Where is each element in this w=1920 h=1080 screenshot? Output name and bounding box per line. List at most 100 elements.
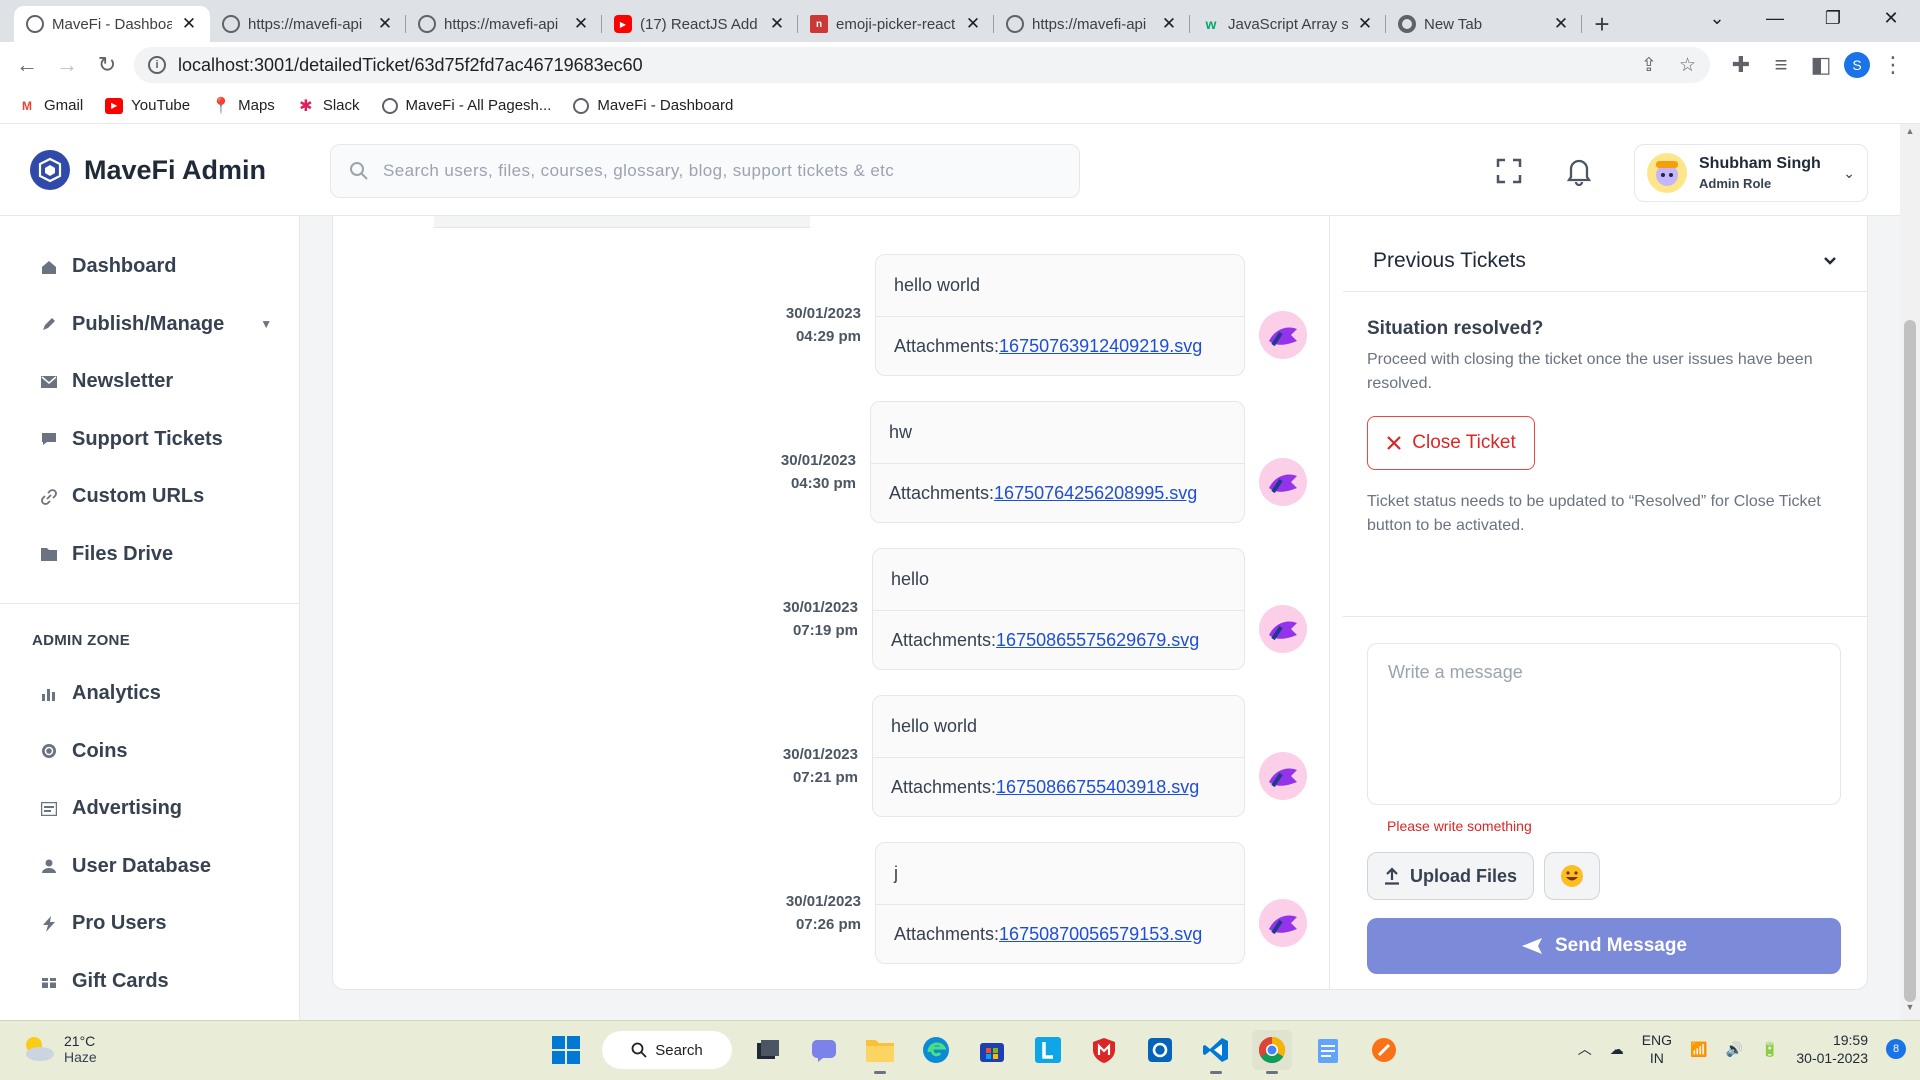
attachment-link[interactable]: 16750865575629679.svg: [996, 630, 1199, 651]
sidebar-item-pro-users[interactable]: Pro Users: [0, 895, 299, 953]
close-icon[interactable]: ✕: [1160, 14, 1178, 34]
close-icon[interactable]: ✕: [572, 14, 590, 34]
onedrive-icon[interactable]: ☁: [1610, 1041, 1624, 1058]
store-icon[interactable]: [972, 1030, 1012, 1070]
app-l-icon[interactable]: [1028, 1030, 1068, 1070]
profile-avatar[interactable]: S: [1844, 52, 1870, 78]
sidebar-item-publish-manage[interactable]: Publish/Manage ▼: [0, 296, 299, 354]
send-message-button[interactable]: Send Message: [1367, 918, 1841, 974]
scrollbar-thumb[interactable]: [1904, 320, 1916, 1002]
chat-icon: [40, 430, 58, 448]
task-view-icon[interactable]: [748, 1030, 788, 1070]
attachment-link[interactable]: 16750763912409219.svg: [999, 336, 1202, 357]
browser-tab[interactable]: n emoji-picker-react ✕: [798, 6, 994, 42]
close-icon[interactable]: ✕: [1356, 14, 1374, 34]
battery-icon[interactable]: 🔋: [1761, 1041, 1778, 1058]
message-input[interactable]: [1367, 643, 1841, 805]
maximize-icon[interactable]: ❐: [1804, 0, 1862, 36]
sidebar-item-advertising[interactable]: Advertising: [0, 780, 299, 838]
chevron-up-icon[interactable]: ︿: [1578, 1039, 1592, 1059]
tab-search-icon[interactable]: ⌄: [1688, 0, 1746, 36]
new-tab-button[interactable]: +: [1582, 6, 1622, 42]
info-icon[interactable]: i: [148, 56, 166, 74]
attachment-link[interactable]: 16750764256208995.svg: [994, 483, 1197, 504]
forward-icon[interactable]: →: [50, 48, 84, 82]
media-icon[interactable]: ≡: [1764, 48, 1798, 82]
scroll-down-icon[interactable]: ▼: [1900, 1002, 1920, 1018]
sidebar-item-user-database[interactable]: User Database: [0, 838, 299, 896]
wifi-icon[interactable]: 📶: [1690, 1041, 1707, 1058]
browser-tab[interactable]: w JavaScript Array s ✕: [1190, 6, 1386, 42]
search-input[interactable]: [383, 161, 1061, 181]
sidebar-item-custom-urls[interactable]: Custom URLs: [0, 468, 299, 526]
bookmark-mavefi-dashboard[interactable]: MaveFi - Dashboard: [573, 97, 733, 114]
previous-tickets-toggle[interactable]: Previous Tickets: [1343, 230, 1867, 292]
file-explorer-icon[interactable]: [860, 1030, 900, 1074]
sidebar-item-coins[interactable]: Coins: [0, 723, 299, 781]
caret-down-icon[interactable]: ▼: [260, 317, 272, 331]
fullscreen-icon[interactable]: [1492, 154, 1526, 188]
page-scrollbar[interactable]: ▲ ▼: [1900, 124, 1920, 1020]
volume-icon[interactable]: 🔊: [1726, 1041, 1743, 1058]
close-ticket-button[interactable]: Close Ticket: [1367, 416, 1535, 470]
extensions-icon[interactable]: ✚: [1724, 48, 1758, 82]
outlook-icon[interactable]: [1140, 1030, 1180, 1070]
browser-tab[interactable]: MaveFi - Dashboard ✕: [14, 6, 210, 42]
bookmark-youtube[interactable]: ▶ YouTube: [105, 97, 190, 114]
star-icon[interactable]: ☆: [1679, 54, 1696, 77]
browser-tab[interactable]: https://mavefi-api ✕: [406, 6, 602, 42]
notification-badge[interactable]: 8: [1886, 1039, 1906, 1059]
teams-chat-icon[interactable]: [804, 1030, 844, 1070]
sidebar-item-support-tickets[interactable]: Support Tickets: [0, 411, 299, 469]
scroll-up-icon[interactable]: ▲: [1900, 126, 1920, 142]
close-icon[interactable]: ✕: [964, 14, 982, 34]
notepad-icon[interactable]: [1308, 1030, 1348, 1070]
reload-icon[interactable]: ↻: [90, 48, 124, 82]
bookmark-gmail[interactable]: M Gmail: [18, 97, 83, 114]
taskbar-search[interactable]: Search: [602, 1031, 732, 1069]
browser-tab[interactable]: New Tab ✕: [1386, 6, 1582, 42]
browser-tab[interactable]: ▶ (17) ReactJS Add ✕: [602, 6, 798, 42]
system-clock[interactable]: 19:59 30-01-2023: [1796, 1031, 1868, 1067]
upload-files-button[interactable]: Upload Files: [1367, 852, 1535, 900]
close-window-icon[interactable]: ✕: [1862, 0, 1920, 36]
chrome-icon[interactable]: [1252, 1030, 1292, 1074]
close-icon[interactable]: ✕: [1552, 14, 1570, 34]
bookmark-slack[interactable]: ✱ Slack: [297, 97, 359, 115]
resolve-title: Situation resolved?: [1367, 318, 1544, 339]
url-text[interactable]: localhost:3001/detailedTicket/63d75f2fd7…: [178, 55, 1619, 76]
sidebar-item-dashboard[interactable]: Dashboard: [0, 238, 299, 296]
global-search[interactable]: [330, 144, 1080, 198]
input-language[interactable]: ENG IN: [1642, 1031, 1672, 1067]
close-icon[interactable]: ✕: [376, 14, 394, 34]
windows-start-icon[interactable]: [546, 1030, 586, 1070]
browser-tab[interactable]: https://mavefi-api ✕: [994, 6, 1190, 42]
back-icon[interactable]: ←: [10, 48, 44, 82]
minimize-icon[interactable]: —: [1746, 0, 1804, 36]
bookmark-mavefi-pages[interactable]: MaveFi - All Pagesh...: [381, 97, 551, 114]
user-menu[interactable]: Shubham Singh Admin Role ⌄: [1634, 144, 1868, 202]
bell-icon[interactable]: [1562, 154, 1596, 188]
weather-widget[interactable]: 21°C Haze: [20, 1033, 97, 1065]
sidebar-item-files-drive[interactable]: Files Drive: [0, 526, 299, 584]
mcafee-icon[interactable]: [1084, 1030, 1124, 1070]
attachment-link[interactable]: 16750870056579153.svg: [999, 924, 1202, 945]
postman-icon[interactable]: [1364, 1030, 1404, 1070]
sidepanel-icon[interactable]: ◧: [1804, 48, 1838, 82]
browser-tab[interactable]: https://mavefi-api ✕: [210, 6, 406, 42]
share-icon[interactable]: ⇪: [1641, 54, 1657, 77]
brand-logo[interactable]: MaveFi Admin: [30, 150, 266, 190]
address-bar[interactable]: i localhost:3001/detailedTicket/63d75f2f…: [134, 47, 1710, 83]
sidebar-item-analytics[interactable]: Analytics: [0, 665, 299, 723]
close-icon[interactable]: ✕: [180, 14, 198, 34]
edge-icon[interactable]: [916, 1030, 956, 1070]
attachment-link[interactable]: 16750866755403918.svg: [996, 777, 1199, 798]
vscode-icon[interactable]: [1196, 1030, 1236, 1074]
chevron-down-icon[interactable]: ⌄: [1843, 165, 1855, 182]
bookmark-maps[interactable]: 📍 Maps: [211, 97, 275, 115]
menu-icon[interactable]: ⋮: [1876, 48, 1910, 82]
emoji-picker-button[interactable]: [1544, 852, 1601, 900]
sidebar-item-gift-cards[interactable]: Gift Cards: [0, 953, 299, 1011]
close-icon[interactable]: ✕: [768, 14, 786, 34]
sidebar-item-newsletter[interactable]: Newsletter: [0, 353, 299, 411]
